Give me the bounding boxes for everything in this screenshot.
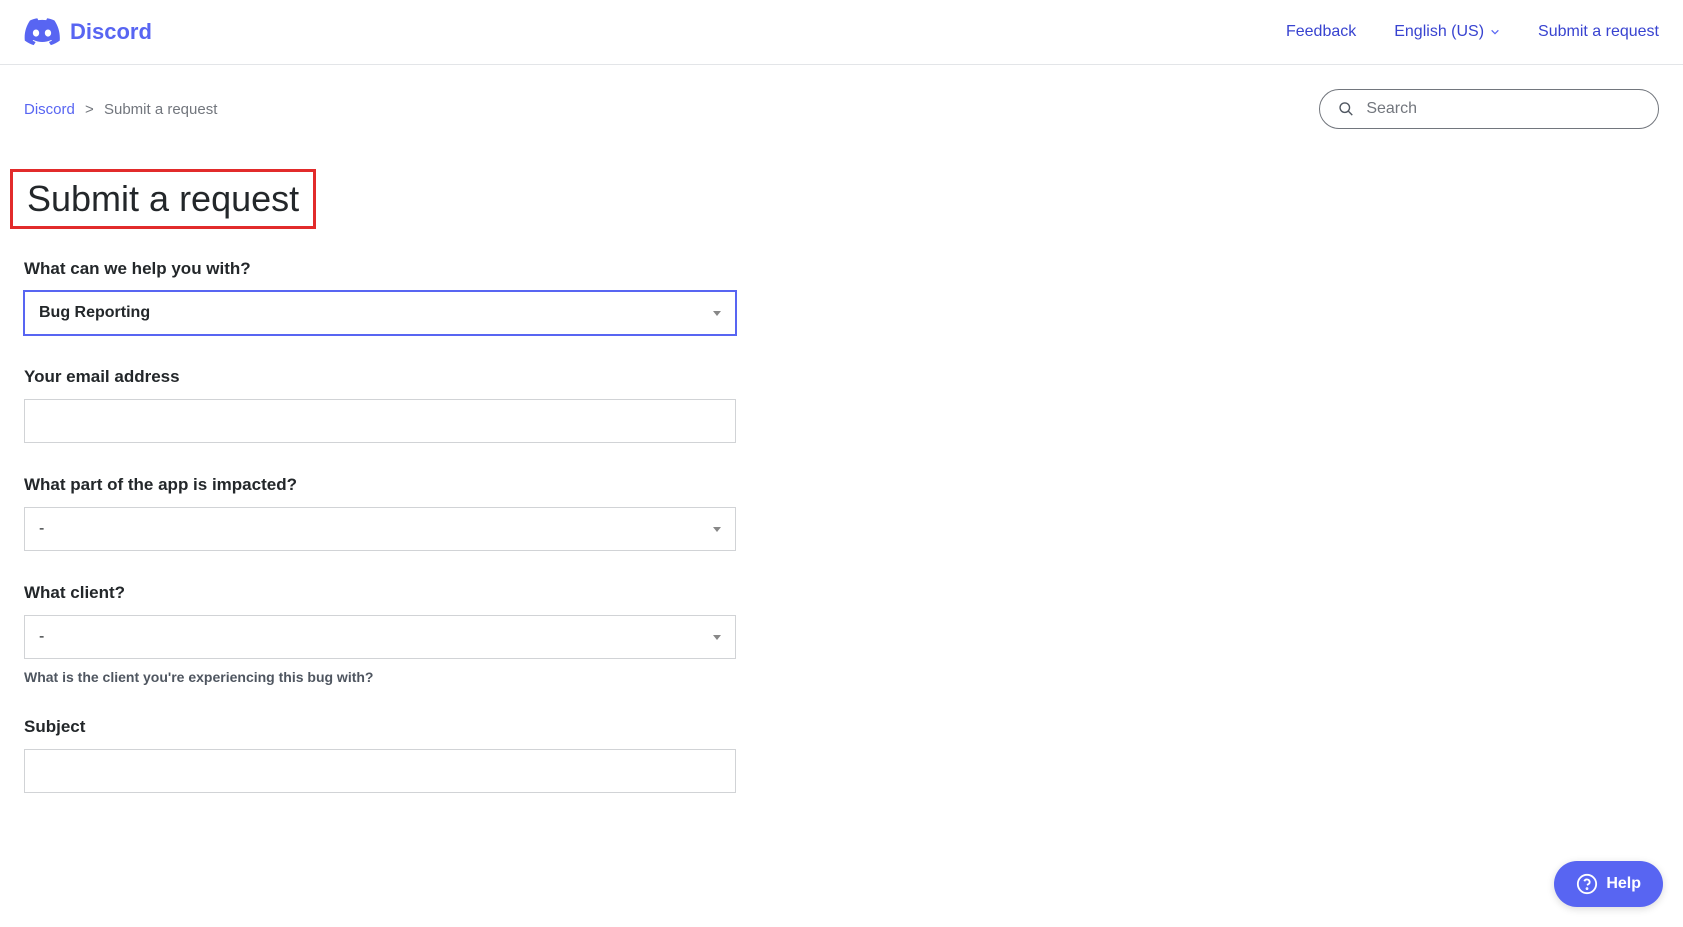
select-app-part-value: - <box>39 520 44 538</box>
header: Discord Feedback English (US) Submit a r… <box>0 0 1683 65</box>
page-title: Submit a request <box>27 178 299 220</box>
label-email: Your email address <box>24 367 736 387</box>
breadcrumb-root[interactable]: Discord <box>24 101 75 118</box>
highlight-box: Submit a request <box>10 169 316 229</box>
label-help-with: What can we help you with? <box>24 259 736 279</box>
search-input[interactable] <box>1366 100 1640 118</box>
breadcrumb-current: Submit a request <box>104 101 217 118</box>
nav-submit-request[interactable]: Submit a request <box>1538 23 1659 41</box>
label-app-part: What part of the app is impacted? <box>24 475 736 495</box>
input-email[interactable] <box>24 399 736 443</box>
breadcrumb: Discord > Submit a request <box>24 101 217 118</box>
help-widget[interactable]: Help <box>1554 861 1663 907</box>
select-help-with[interactable]: Bug Reporting <box>24 291 736 335</box>
nav-language-label: English (US) <box>1394 23 1484 41</box>
caret-icon <box>713 311 721 316</box>
logo[interactable]: Discord <box>24 18 152 46</box>
search-icon <box>1338 100 1354 118</box>
help-widget-label: Help <box>1606 875 1641 893</box>
discord-logo-icon <box>24 18 60 46</box>
main: Submit a request What can we help you wi… <box>0 129 760 865</box>
form-group-client: What client? - What is the client you're… <box>24 583 736 685</box>
search-box[interactable] <box>1319 89 1659 129</box>
select-app-part[interactable]: - <box>24 507 736 551</box>
form-group-app-part: What part of the app is impacted? - <box>24 475 736 551</box>
hint-client: What is the client you're experiencing t… <box>24 669 736 685</box>
select-client[interactable]: - <box>24 615 736 659</box>
subheader: Discord > Submit a request <box>0 65 1683 129</box>
brand-name: Discord <box>70 19 152 45</box>
form-group-email: Your email address <box>24 367 736 443</box>
form-group-subject: Subject <box>24 717 736 793</box>
breadcrumb-separator: > <box>85 101 94 118</box>
input-subject[interactable] <box>24 749 736 793</box>
nav: Feedback English (US) Submit a request <box>1286 23 1659 41</box>
label-client: What client? <box>24 583 736 603</box>
caret-icon <box>713 527 721 532</box>
form-group-help-with: What can we help you with? Bug Reporting <box>24 259 736 335</box>
caret-icon <box>713 635 721 640</box>
label-subject: Subject <box>24 717 736 737</box>
select-client-value: - <box>39 628 44 646</box>
chevron-down-icon <box>1490 27 1500 37</box>
nav-feedback[interactable]: Feedback <box>1286 23 1356 41</box>
select-help-with-value: Bug Reporting <box>39 304 150 322</box>
help-icon <box>1576 873 1598 895</box>
nav-language[interactable]: English (US) <box>1394 23 1500 41</box>
